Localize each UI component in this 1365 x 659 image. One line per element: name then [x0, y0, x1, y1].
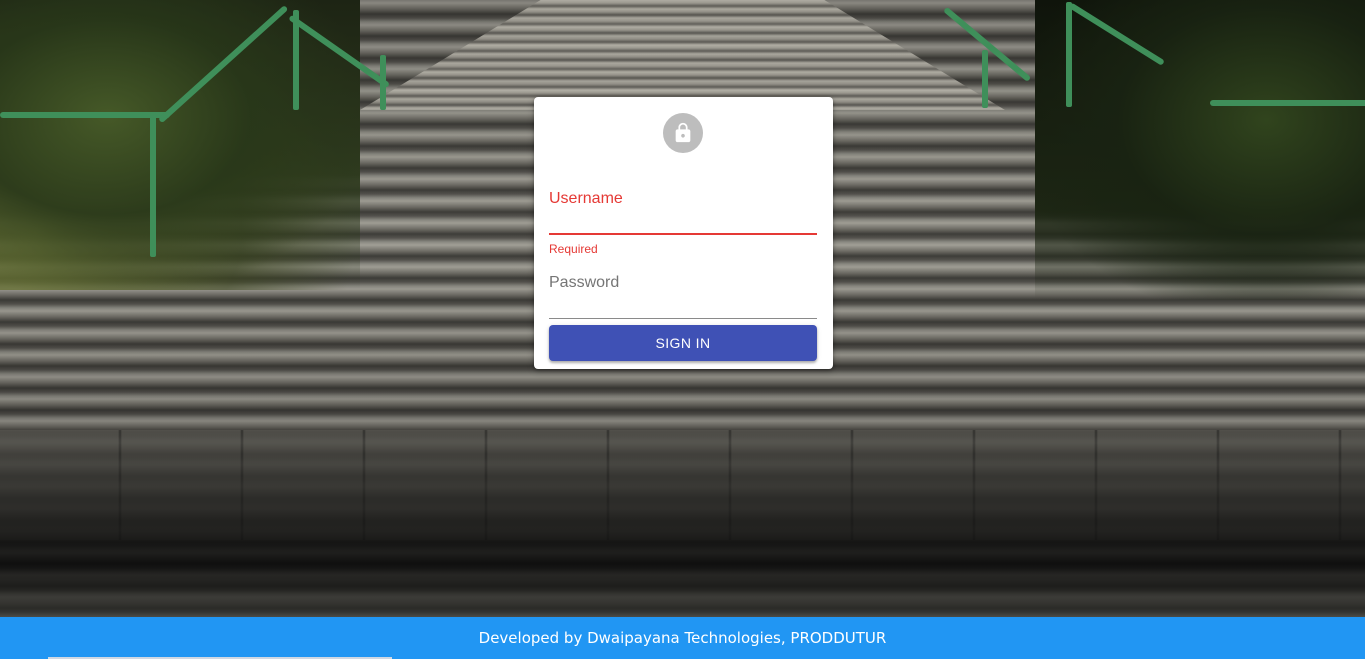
password-field: Password [549, 273, 817, 319]
username-field: Username Required [549, 189, 817, 256]
lock-icon [675, 122, 691, 143]
password-underline [549, 318, 817, 319]
username-input[interactable] [549, 209, 817, 231]
footer-text: Developed by Dwaipayana Technologies, PR… [478, 629, 887, 647]
sign-in-button[interactable]: SIGN IN [549, 325, 817, 361]
password-input[interactable] [549, 293, 817, 315]
username-label: Username [549, 190, 623, 207]
password-label: Password [549, 274, 620, 291]
avatar [663, 113, 703, 153]
footer: Developed by Dwaipayana Technologies, PR… [0, 617, 1365, 659]
username-error-text: Required [549, 242, 598, 256]
login-card: Username Required Password SIGN IN [534, 97, 833, 369]
username-underline [549, 233, 817, 235]
